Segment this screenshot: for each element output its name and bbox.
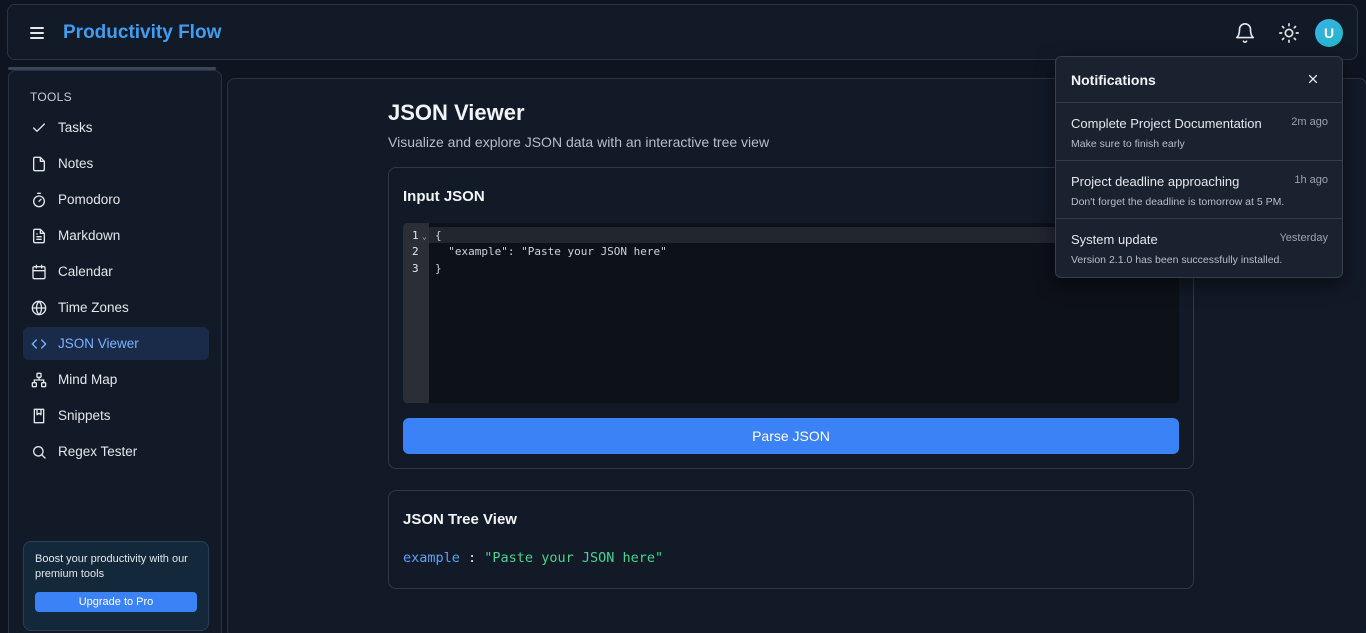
json-tree-card: JSON Tree View example : "Paste your JSO… [388, 490, 1194, 589]
promo-card: Boost your productivity with our premium… [23, 541, 209, 631]
line-number: 3 [412, 262, 419, 275]
parse-json-button[interactable]: Parse JSON [403, 418, 1179, 454]
sidebar-item-json-viewer[interactable]: JSON Viewer [23, 327, 209, 360]
code-line: "example": "Paste your JSON here" [435, 245, 667, 258]
notification-desc: Don't forget the deadline is tomorrow at… [1071, 196, 1285, 208]
notification-title: Project deadline approaching [1071, 174, 1240, 189]
tree-key: example [403, 550, 460, 566]
sidebar-item-label: Time Zones [58, 300, 129, 315]
file-text-icon [33, 228, 45, 243]
check-icon [33, 122, 45, 132]
sidebar: TOOLS Tasks Notes Pomodoro Markdown Cale… [8, 70, 222, 633]
sidebar-item-label: Snippets [58, 408, 111, 423]
sidebar-item-label: JSON Viewer [58, 336, 139, 351]
page-title: JSON Viewer [388, 100, 525, 125]
sidebar-item-markdown[interactable]: Markdown [23, 219, 209, 252]
notifications-header: Notifications [1056, 57, 1342, 103]
card-title: JSON Tree View [403, 511, 517, 528]
sidebar-item-regex-tester[interactable]: Regex Tester [23, 435, 209, 468]
sidebar-item-label: Pomodoro [58, 192, 121, 207]
sidebar-item-label: Mind Map [58, 372, 118, 387]
notification-desc: Version 2.1.0 has been successfully inst… [1071, 254, 1283, 266]
sidebar-item-calendar[interactable]: Calendar [23, 255, 209, 288]
calendar-icon [32, 264, 46, 279]
code-line: { [435, 229, 442, 242]
notifications-panel: Notifications Complete Project Documenta… [1055, 56, 1343, 278]
sidebar-item-label: Calendar [58, 264, 113, 279]
book-icon [33, 408, 45, 423]
code-icon [31, 338, 47, 349]
sidebar-item-mind-map[interactable]: Mind Map [23, 363, 209, 396]
top-header: Productivity Flow U [7, 4, 1358, 60]
tree-separator: : [459, 550, 485, 566]
upgrade-button[interactable]: Upgrade to Pro [35, 592, 197, 612]
tree-node[interactable]: example : "Paste your JSON here" [403, 550, 663, 566]
notification-title: Complete Project Documentation [1071, 116, 1262, 131]
menu-icon[interactable] [30, 24, 48, 42]
avatar[interactable]: U [1315, 19, 1343, 47]
sidebar-item-label: Markdown [58, 228, 121, 243]
card-title: Input JSON [403, 188, 485, 205]
notification-time: Yesterday [1279, 232, 1328, 244]
network-icon [31, 372, 47, 387]
sidebar-item-label: Regex Tester [58, 444, 138, 459]
close-icon[interactable] [1306, 72, 1320, 86]
line-number: 2 [412, 245, 419, 258]
sidebar-item-snippets[interactable]: Snippets [23, 399, 209, 432]
sidebar-item-notes[interactable]: Notes [23, 147, 209, 180]
tools-section-label: TOOLS [30, 90, 72, 104]
code-line: } [435, 262, 442, 275]
app-title[interactable]: Productivity Flow [63, 22, 221, 44]
promo-text: Boost your productivity with our premium… [35, 553, 188, 580]
timer-icon [33, 192, 45, 207]
notification-time: 2m ago [1291, 116, 1328, 128]
sidebar-item-pomodoro[interactable]: Pomodoro [23, 183, 209, 216]
file-icon [33, 156, 45, 171]
notification-title: System update [1071, 232, 1158, 247]
sidebar-item-label: Tasks [58, 120, 93, 135]
bell-icon[interactable] [1234, 22, 1256, 44]
notification-time: 1h ago [1294, 174, 1328, 186]
line-number: 1 [412, 229, 419, 242]
sidebar-item-tasks[interactable]: Tasks [23, 111, 209, 144]
sidebar-item-time-zones[interactable]: Time Zones [23, 291, 209, 324]
sidebar-nav: Tasks Notes Pomodoro Markdown Calendar T… [23, 111, 209, 471]
globe-icon [31, 300, 47, 315]
tree-value: "Paste your JSON here" [484, 550, 664, 566]
notifications-title: Notifications [1071, 72, 1156, 88]
sun-icon[interactable] [1278, 22, 1300, 44]
notification-desc: Make sure to finish early [1071, 138, 1185, 150]
sidebar-item-label: Notes [58, 156, 94, 171]
search-icon [33, 445, 46, 459]
notification-item[interactable]: System update Yesterday Version 2.1.0 ha… [1056, 219, 1342, 277]
notification-item[interactable]: Complete Project Documentation 2m ago Ma… [1056, 103, 1342, 161]
notification-item[interactable]: Project deadline approaching 1h ago Don'… [1056, 161, 1342, 219]
fold-arrow-icon[interactable]: ⌄ [422, 232, 427, 241]
page-subtitle: Visualize and explore JSON data with an … [388, 134, 770, 150]
